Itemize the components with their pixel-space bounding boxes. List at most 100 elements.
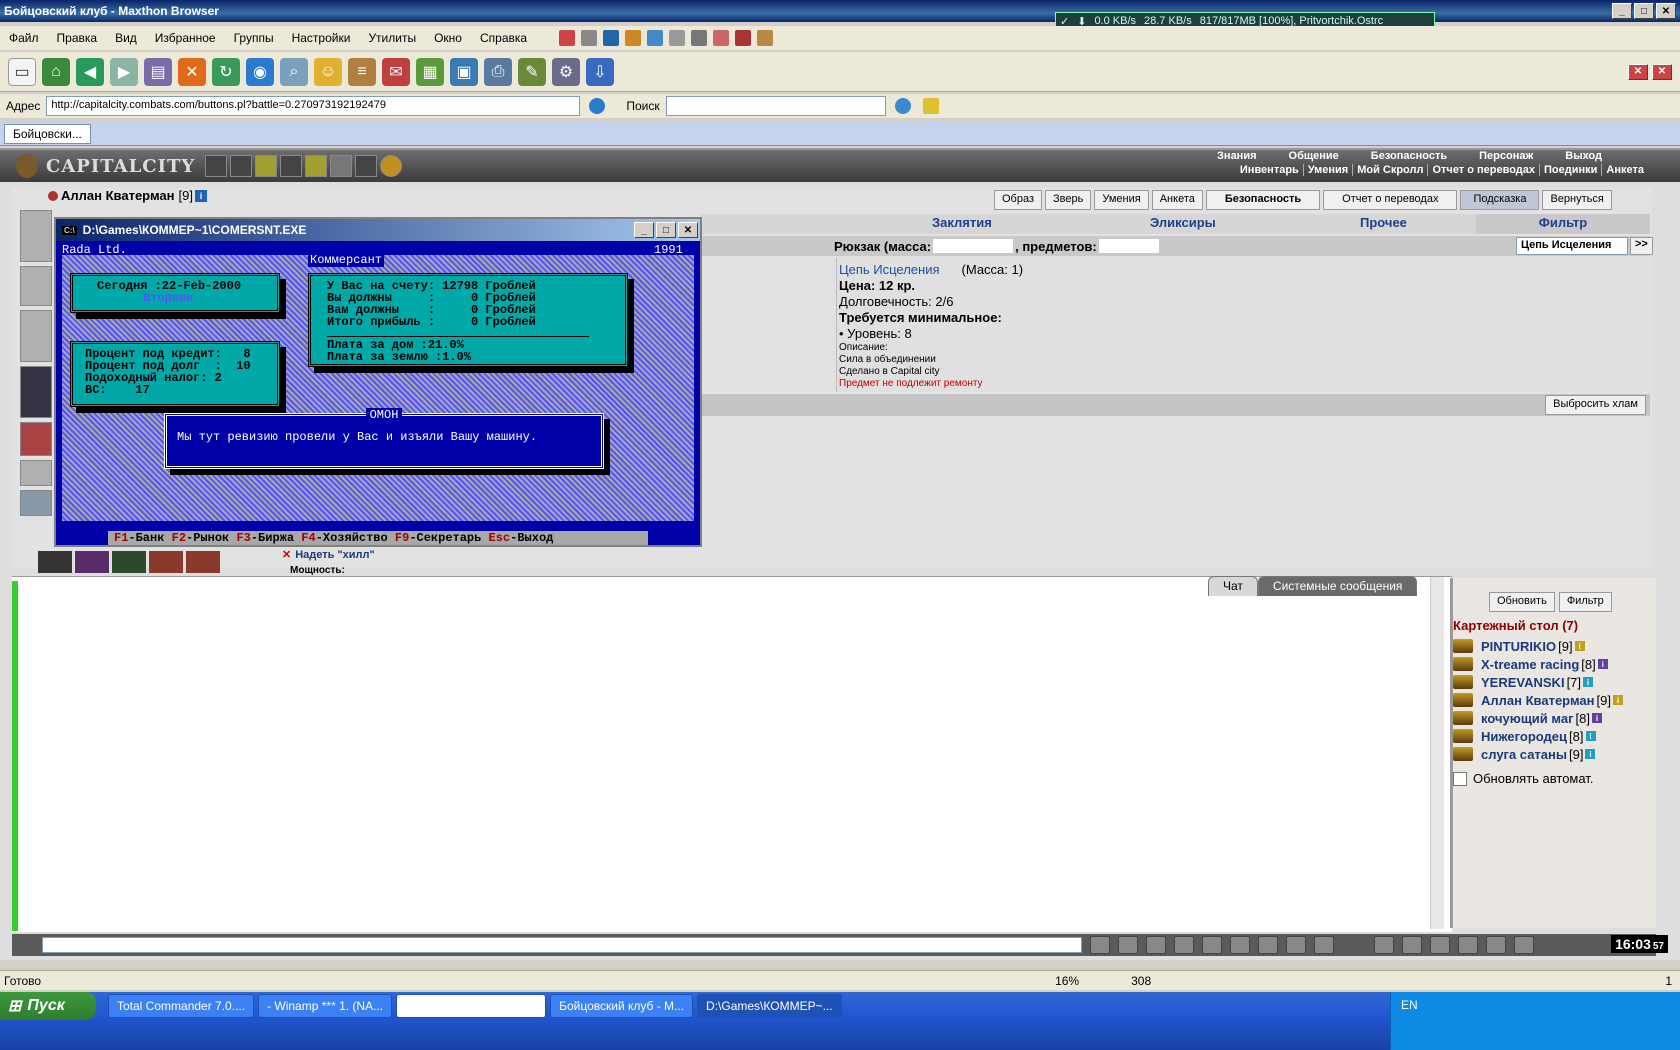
quick-slot-5[interactable] xyxy=(186,551,220,573)
tab-other[interactable]: Прочее xyxy=(1360,215,1407,230)
tool-icon-8[interactable] xyxy=(713,30,730,46)
remove-icon[interactable]: ✕ xyxy=(282,548,291,561)
refresh-icon[interactable]: ↻ xyxy=(212,57,240,86)
dos-maximize-button[interactable]: □ xyxy=(656,222,676,238)
gear-icon[interactable]: ⚙ xyxy=(552,57,580,86)
filter-icon[interactable] xyxy=(1146,936,1166,954)
quick-slot-1[interactable] xyxy=(38,551,72,573)
slot-sword[interactable] xyxy=(20,310,52,362)
zoom-level[interactable]: 16% xyxy=(1055,974,1079,988)
nav-security[interactable]: Безопасность xyxy=(1355,150,1463,162)
face-icon[interactable] xyxy=(305,155,328,177)
nav-profile[interactable]: Анкета xyxy=(1601,164,1648,176)
maximize-button[interactable]: □ xyxy=(1634,3,1654,19)
tab-chat[interactable]: Чат xyxy=(1208,576,1258,596)
scroll-icon[interactable] xyxy=(1402,936,1422,954)
return-button[interactable]: Вернуться xyxy=(1542,190,1612,210)
tool-icon-1[interactable] xyxy=(559,30,576,46)
player-item[interactable]: YEREVANSKI [7] i xyxy=(1453,673,1656,691)
tab-spells[interactable]: Заклятия xyxy=(932,215,992,230)
exit-icon[interactable] xyxy=(1514,936,1534,954)
smile-icon[interactable] xyxy=(1286,936,1306,954)
task-total-commander[interactable]: Total Commander 7.0.... xyxy=(108,994,255,1018)
tab-filter[interactable]: Фильтр xyxy=(1476,214,1650,234)
quick-slot-4[interactable] xyxy=(149,551,183,573)
helmet-icon[interactable] xyxy=(1314,936,1334,954)
throw-junk-button[interactable]: Выбросить хлам xyxy=(1545,395,1646,415)
player-name[interactable]: YEREVANSKI xyxy=(1481,675,1565,690)
mail-icon[interactable]: ✉ xyxy=(382,57,410,86)
player-item[interactable]: Аллан Кватерман [9] i xyxy=(1453,691,1656,709)
task-hidden[interactable] xyxy=(396,994,547,1018)
nav-inventory[interactable]: Инвентарь xyxy=(1236,164,1303,176)
home-icon[interactable]: ⌂ xyxy=(42,57,70,86)
back-icon[interactable]: ◀ xyxy=(76,57,104,86)
tab-fightclub[interactable]: Бойцовски... xyxy=(4,123,91,144)
profile-button[interactable]: Анкета xyxy=(1151,190,1203,210)
download-icon[interactable]: ⇩ xyxy=(586,57,614,86)
page-icon[interactable]: ▤ xyxy=(144,57,172,86)
slot-armor[interactable] xyxy=(20,366,52,418)
info-icon[interactable]: i xyxy=(194,189,207,202)
info-icon[interactable]: i xyxy=(1585,731,1596,741)
menu-edit[interactable]: Правка xyxy=(48,31,107,45)
quick-slot-2[interactable] xyxy=(75,551,109,573)
language-indicator[interactable]: EN xyxy=(1401,998,1418,1012)
player-item[interactable]: Нижегородец [8] i xyxy=(1453,727,1656,745)
flag-icon[interactable] xyxy=(1486,936,1506,954)
start-button[interactable]: ⊞ Пуск xyxy=(0,992,96,1020)
tool-icon-3[interactable] xyxy=(603,30,620,46)
key-esc[interactable]: Esc xyxy=(489,531,511,545)
quick-slot-3[interactable] xyxy=(112,551,146,573)
menu-file[interactable]: Файл xyxy=(0,31,48,45)
search-input[interactable] xyxy=(665,96,886,116)
info-icon[interactable]: i xyxy=(1583,677,1594,687)
transfers-button[interactable]: Отчет о переводах xyxy=(1323,190,1458,210)
info-icon[interactable]: i xyxy=(1612,695,1623,705)
tool-icon-10[interactable] xyxy=(757,30,774,46)
menu-help[interactable]: Справка xyxy=(471,31,536,45)
room-filter-button[interactable]: Фильтр xyxy=(1558,592,1612,612)
clear-icon[interactable] xyxy=(1118,936,1138,954)
search-icon[interactable]: ⌕ xyxy=(280,57,308,86)
highlight-icon[interactable] xyxy=(922,98,939,114)
tool-icon-2[interactable] xyxy=(581,30,598,46)
menu-window[interactable]: Окно xyxy=(425,31,471,45)
player-name[interactable]: Аллан Кватерман xyxy=(1481,693,1594,708)
stop-icon[interactable]: ✕ xyxy=(178,57,206,86)
new-page-icon[interactable]: ▭ xyxy=(8,57,36,86)
screen-icon[interactable]: ▣ xyxy=(450,57,478,86)
search-engine-icon[interactable] xyxy=(894,98,911,114)
swords-icon[interactable] xyxy=(230,155,253,177)
nav-communication[interactable]: Общение xyxy=(1273,150,1355,162)
smiley-hdr-icon[interactable] xyxy=(255,155,278,177)
key-f9[interactable]: F9 xyxy=(395,531,409,545)
chat-log[interactable] xyxy=(12,576,1452,932)
forward-icon[interactable]: ▶ xyxy=(110,57,138,86)
address-input[interactable]: http://capitalcity.combats.com/buttons.p… xyxy=(46,96,581,116)
pet-button[interactable]: Зверь xyxy=(1045,190,1092,210)
nav-character[interactable]: Персонаж xyxy=(1463,150,1549,162)
hint-button[interactable]: Подсказка xyxy=(1460,190,1540,210)
mask-icon[interactable] xyxy=(1430,936,1450,954)
slot-weapon[interactable] xyxy=(20,266,52,306)
dos-close-button[interactable]: ✕ xyxy=(678,222,698,238)
close-button[interactable]: ✕ xyxy=(1656,3,1676,19)
tool-icon-7[interactable] xyxy=(691,30,708,46)
player-item[interactable]: кочующий маг [8] i xyxy=(1453,709,1656,727)
print-icon[interactable]: ⎙ xyxy=(484,57,512,86)
player-name[interactable]: X-treame racing xyxy=(1481,657,1579,672)
skills-button[interactable]: Умения xyxy=(1094,190,1149,210)
info-icon[interactable]: i xyxy=(1591,713,1602,723)
minimize-button[interactable]: _ xyxy=(1612,3,1632,19)
groups-icon[interactable]: ▦ xyxy=(416,57,444,86)
key-f3[interactable]: F3 xyxy=(236,531,250,545)
player-item[interactable]: X-treame racing [8] i xyxy=(1453,655,1656,673)
filter-go-button[interactable]: >> xyxy=(1630,237,1653,255)
info-icon[interactable]: i xyxy=(1585,749,1596,759)
dos-minimize-button[interactable]: _ xyxy=(634,222,654,238)
tool-icon-4[interactable] xyxy=(625,30,642,46)
player-name[interactable]: слуга сатаны xyxy=(1481,747,1567,762)
filter-input[interactable]: Цепь Исцеления xyxy=(1516,237,1628,255)
menu-utilities[interactable]: Утилиты xyxy=(359,31,425,45)
